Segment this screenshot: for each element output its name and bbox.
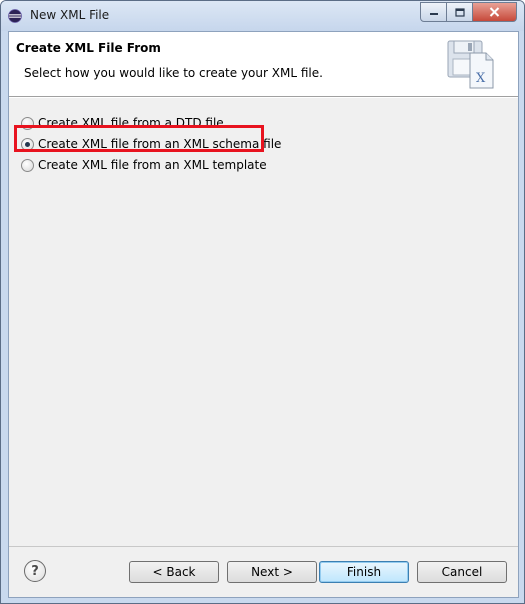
- page-description: Select how you would like to create your…: [24, 66, 323, 80]
- finish-button[interactable]: Finish: [319, 561, 409, 583]
- close-icon: [489, 7, 500, 17]
- page-title: Create XML File From: [16, 41, 161, 55]
- button-bar-separator: [9, 546, 518, 547]
- svg-text:X: X: [476, 71, 486, 86]
- highlight-annotation: [14, 125, 264, 152]
- radio-xml-template[interactable]: [21, 158, 34, 172]
- minimize-button[interactable]: [420, 2, 447, 22]
- eclipse-icon: [8, 9, 22, 23]
- close-button[interactable]: [473, 2, 517, 22]
- header-separator: [9, 97, 518, 98]
- help-icon[interactable]: ?: [24, 560, 46, 582]
- maximize-icon: [454, 7, 465, 17]
- option-label: Create XML file from an XML template: [38, 158, 267, 172]
- minimize-icon: [429, 13, 438, 15]
- window-controls: [420, 2, 517, 22]
- back-button[interactable]: < Back: [129, 561, 219, 583]
- new-xml-file-banner-icon: X: [447, 40, 494, 89]
- window-title: New XML File: [30, 8, 110, 22]
- dialog-client-area: Create XML File From Select how you woul…: [8, 31, 519, 598]
- cancel-button[interactable]: Cancel: [417, 561, 507, 583]
- wizard-header: Create XML File From Select how you woul…: [9, 32, 518, 97]
- next-button[interactable]: Next >: [227, 561, 317, 583]
- option-xml-template[interactable]: Create XML file from an XML template: [21, 156, 281, 174]
- new-xml-file-dialog: New XML File Create XML File From Select…: [0, 0, 525, 604]
- maximize-button[interactable]: [447, 2, 473, 22]
- title-bar[interactable]: New XML File: [1, 1, 524, 31]
